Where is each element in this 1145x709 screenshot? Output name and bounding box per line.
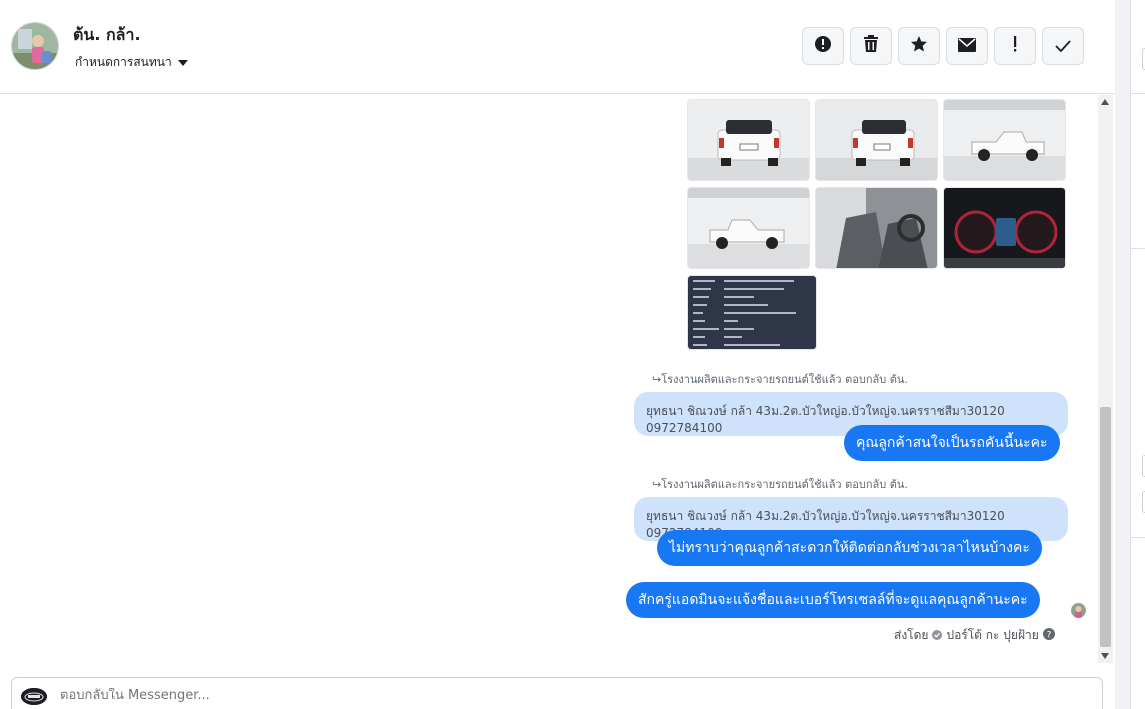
conversation-header: ต้น. กล้า. กำหนดการสนทนา	[0, 0, 1115, 94]
scroll-down-arrow-icon[interactable]	[1101, 653, 1109, 659]
caret-down-icon	[177, 59, 188, 66]
attachment-image[interactable]	[815, 187, 938, 269]
attachment-image[interactable]	[687, 99, 810, 181]
outgoing-message-bubble[interactable]: ไม่ทราบว่าคุณลูกค้าสะดวกให้ติดต่อกลับช่ว…	[657, 530, 1042, 566]
check-icon	[1055, 37, 1071, 56]
reply-arrow-icon: ↪	[652, 478, 662, 491]
message-thread: ↪โรงงานผลิตและกระจายรถยนต์ใช้แล้ว ตอบกลั…	[0, 95, 1098, 663]
contact-avatar[interactable]	[11, 22, 59, 70]
scroll-up-arrow-icon[interactable]	[1101, 99, 1109, 105]
verified-check-icon	[932, 629, 943, 643]
attachment-image[interactable]	[943, 187, 1066, 269]
reply-indicator: ↪โรงงานผลิตและกระจายรถยนต์ใช้แล้ว ตอบกลั…	[652, 475, 908, 493]
star-button[interactable]	[898, 27, 940, 65]
spam-button[interactable]	[802, 27, 844, 65]
contact-name[interactable]: ต้น. กล้า.	[73, 23, 141, 48]
reply-composer[interactable]	[11, 677, 1103, 709]
help-icon[interactable]: ?	[1042, 628, 1055, 643]
sent-by-label: ส่งโดย	[894, 628, 929, 642]
star-icon	[910, 35, 928, 57]
mark-done-button[interactable]	[1042, 27, 1084, 65]
follow-up-button[interactable]	[994, 27, 1036, 65]
panel-divider	[1130, 248, 1145, 249]
panel-divider	[1130, 537, 1145, 538]
delete-button[interactable]	[850, 27, 892, 65]
assign-conversation-label: กำหนดการสนทนา	[75, 55, 172, 69]
reply-input[interactable]	[60, 688, 1060, 703]
panel-divider	[1130, 93, 1145, 94]
envelope-icon	[958, 37, 976, 56]
attachment-image[interactable]	[815, 99, 938, 181]
exclamation-icon	[1012, 35, 1018, 57]
thread-scrollbar[interactable]	[1098, 95, 1113, 663]
mark-unread-button[interactable]	[946, 27, 988, 65]
reply-indicator-text: โรงงานผลิตและกระจายรถยนต์ใช้แล้ว ตอบกลับ…	[661, 478, 908, 491]
trash-icon	[863, 35, 879, 57]
attachment-image[interactable]	[943, 99, 1066, 181]
reply-indicator-text: โรงงานผลิตและกระจายรถยนต์ใช้แล้ว ตอบกลับ…	[661, 373, 908, 386]
sent-by-name[interactable]: ปอร์โต้ กะ ปุยฝ้าย	[946, 626, 1038, 645]
scrollbar-thumb[interactable]	[1100, 407, 1111, 647]
assign-conversation-dropdown[interactable]: กำหนดการสนทนา	[75, 53, 188, 72]
inbox-conversation-view: ต้น. กล้า. กำหนดการสนทนา ↪โรงงานผลิตและก…	[0, 0, 1145, 709]
page-avatar	[21, 688, 47, 705]
alert-circle-icon	[814, 35, 832, 57]
svg-text:?: ?	[1046, 631, 1051, 641]
reply-indicator: ↪โรงงานผลิตและกระจายรถยนต์ใช้แล้ว ตอบกลั…	[652, 370, 908, 388]
attachment-image[interactable]	[687, 275, 817, 350]
sent-by-line: ส่งโดย ปอร์โต้ กะ ปุยฝ้าย ?	[894, 626, 1055, 645]
reply-arrow-icon: ↪	[652, 373, 662, 386]
details-panel	[1115, 0, 1145, 709]
attachment-image[interactable]	[687, 187, 810, 269]
details-panel-card	[1130, 0, 1145, 709]
seen-avatar	[1071, 603, 1086, 618]
outgoing-message-bubble[interactable]: คุณลูกค้าสนใจเป็นรถคันนี้นะคะ	[844, 425, 1060, 461]
outgoing-message-bubble[interactable]: สักครู่แอดมินจะแจ้งชื่อและเบอร์โทรเซลล์ท…	[626, 582, 1040, 618]
